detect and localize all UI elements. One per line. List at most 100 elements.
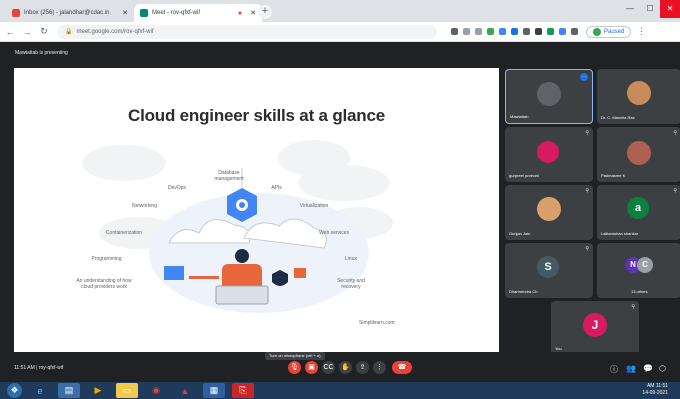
meet-icon (140, 9, 148, 17)
close-tab-icon[interactable]: ✕ (122, 9, 128, 17)
captions-button[interactable]: CC (322, 361, 335, 374)
presenting-label: Mawtattab is presenting (15, 50, 68, 56)
skill-database: Database management (214, 170, 244, 182)
slide-source: Simplilearn.com (359, 320, 395, 326)
presentation-icon (537, 82, 561, 106)
participant-name: Dharmendra Ch (509, 289, 538, 294)
mic-off-icon: ⚲ (631, 304, 635, 310)
participant-name: Padmasree K (601, 173, 626, 178)
participant-tile[interactable]: S ⚲ Dharmendra Ch (505, 243, 593, 298)
minimize-button[interactable]: — (620, 0, 640, 18)
cloud-illustration (82, 140, 393, 313)
skill-networking: Networking (131, 203, 157, 209)
avatar: J (583, 313, 607, 337)
forward-icon[interactable]: → (20, 27, 34, 37)
reload-icon[interactable]: ↻ (37, 26, 51, 37)
skill-virtualization: Virtualization (299, 203, 329, 209)
extension-icon[interactable] (499, 28, 506, 35)
system-clock[interactable]: AM 11:51 14-09-2021 (642, 383, 668, 397)
participant-name: You (555, 346, 562, 351)
people-icon[interactable]: 👥 (626, 364, 636, 373)
meet-stage: Mawtattab is presenting Cloud engineer s… (0, 42, 680, 393)
chrome-icon[interactable]: ◉ (145, 383, 167, 398)
extension-icon[interactable] (487, 28, 494, 35)
pdf-icon[interactable]: ⎘ (232, 383, 254, 398)
meet-controls-bar: Turn on microphone (ctrl + d) 11:51 AM |… (0, 352, 680, 382)
tab-meet[interactable]: Meet - rov-qfxf-wif ● ✕ (134, 4, 262, 22)
star-icon[interactable] (475, 28, 482, 35)
windows-taskbar: ❖ e ▤ ▶ ▭ ◉ ▲ ▦ ⎘ AM 11:51 14-09-2021 (0, 382, 680, 399)
avatar (627, 81, 651, 105)
folder-icon[interactable]: ▤ (58, 383, 80, 398)
mic-toggle-button[interactable]: 🎙 (288, 361, 301, 374)
extension-icon[interactable] (535, 28, 542, 35)
zoom-icon[interactable] (463, 28, 470, 35)
raise-hand-button[interactable]: ✋ (339, 361, 352, 374)
browser-toolbar: ← → ↻ 🔒 meet.google.com/rov-qfxf-wif Pau… (0, 22, 680, 42)
gmail-icon (12, 9, 20, 17)
calculator-icon[interactable]: ▦ (203, 383, 225, 398)
tab-title: Inbox (256) - jalandhar@cdac.in (24, 10, 110, 16)
tab-gmail[interactable]: Inbox (256) - jalandhar@cdac.in ✕ (6, 4, 134, 22)
app-icon[interactable]: ▲ (174, 383, 196, 398)
tab-title: Meet - rov-qfxf-wif (152, 10, 201, 16)
participant-tile[interactable]: a ⚲ Lalitamohan shankar (597, 185, 680, 240)
present-button[interactable]: ⇪ (356, 361, 369, 374)
participant-tile-presenter[interactable]: ⋯ Mawtattab (505, 69, 593, 124)
skill-devops: DevOps (167, 185, 187, 191)
puzzle-icon[interactable] (571, 28, 578, 35)
participant-name: Dr. C. Mannila Ras (601, 115, 635, 120)
skill-cloud-providers: An understanding of how cloud providers … (76, 278, 132, 290)
avatar: C (637, 257, 653, 273)
participant-name: 13 others (631, 289, 648, 294)
activities-icon[interactable]: ⬡ (659, 364, 666, 373)
more-options-icon[interactable]: ⋯ (580, 73, 588, 81)
close-tab-icon[interactable]: ✕ (250, 9, 256, 17)
window-controls: — ☐ ✕ (620, 0, 680, 18)
skill-security: Security and recovery (337, 278, 365, 290)
avatar: a (627, 197, 649, 219)
extension-icon[interactable] (547, 28, 554, 35)
address-text: meet.google.com/rov-qfxf-wif (76, 28, 154, 35)
explorer-icon[interactable]: ▭ (116, 383, 138, 398)
profile-paused-button[interactable]: Paused (586, 25, 632, 38)
extension-icon[interactable] (559, 28, 566, 35)
back-icon[interactable]: ← (3, 27, 17, 37)
mic-off-icon: ⚲ (673, 188, 677, 194)
avatar (537, 197, 561, 221)
mic-off-icon: ⚲ (585, 246, 589, 252)
chat-icon[interactable]: 💬 (643, 364, 653, 373)
avatar (593, 27, 601, 36)
participant-name: Mawtattab (510, 114, 529, 119)
participant-tile-others[interactable]: N C 13 others (597, 243, 680, 298)
media-player-icon[interactable]: ▶ (87, 383, 109, 398)
participant-name: gurpreet pnrecell (509, 173, 540, 178)
camera-icon[interactable] (451, 28, 458, 35)
participant-tile-self[interactable]: J ⚲ You (551, 301, 639, 355)
maximize-button[interactable]: ☐ (640, 0, 660, 18)
skill-programming: Programming (91, 256, 122, 262)
camera-toggle-button[interactable]: ▣ (305, 361, 318, 374)
mic-off-icon: ⚲ (585, 188, 589, 194)
participant-tile[interactable]: ⚲ Padmasree K (597, 127, 680, 182)
skill-linux: Linux (345, 256, 357, 262)
participant-name: Lalitamohan shankar (601, 231, 639, 236)
more-options-button[interactable]: ⋮ (373, 361, 386, 374)
leave-call-button[interactable]: ☎ (392, 361, 412, 374)
close-window-button[interactable]: ✕ (660, 0, 680, 18)
address-bar[interactable]: 🔒 meet.google.com/rov-qfxf-wif (57, 24, 437, 39)
extension-icon[interactable] (523, 28, 530, 35)
mic-off-icon: ⚲ (585, 130, 589, 136)
menu-icon[interactable]: ⋮ (634, 26, 648, 37)
mic-tooltip: Turn on microphone (ctrl + d) (265, 352, 325, 360)
participant-tile[interactable]: Dr. C. Mannila Ras (597, 69, 680, 124)
ie-icon[interactable]: e (29, 383, 51, 398)
new-tab-button[interactable]: + (258, 5, 272, 19)
participant-tile[interactable]: ⚲ gurpreet pnrecell (505, 127, 593, 182)
participant-tile[interactable]: ⚲ Gunjan Jain (505, 185, 593, 240)
info-icon[interactable]: ⓘ (610, 364, 618, 375)
mic-off-icon: ⚲ (673, 130, 677, 136)
extension-icon[interactable] (511, 28, 518, 35)
start-icon[interactable]: ❖ (7, 383, 22, 398)
avatar (627, 141, 651, 165)
